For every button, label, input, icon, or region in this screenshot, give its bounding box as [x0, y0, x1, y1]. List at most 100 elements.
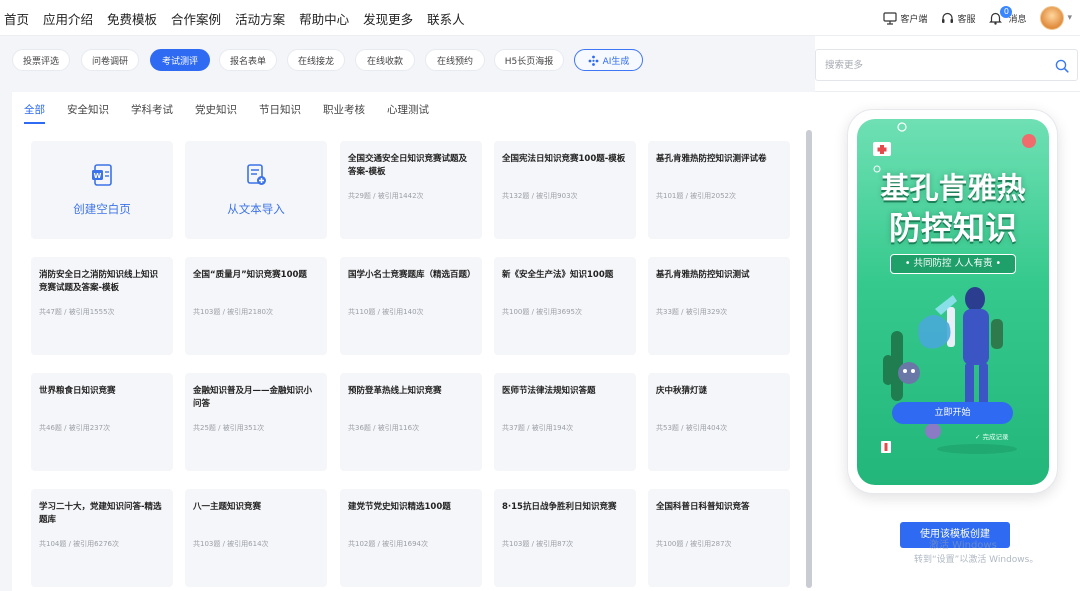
- template-title: 医师节法律法规知识答题: [502, 386, 596, 396]
- scrollbar-thumb[interactable]: [806, 130, 812, 588]
- template-card[interactable]: 庆中秋猜灯谜 共53题 / 被引用404次: [648, 373, 790, 471]
- nav-contacts[interactable]: 联系人: [427, 9, 465, 28]
- template-meta: 共37题 / 被引用194次: [502, 424, 574, 432]
- template-meta: 共47题 / 被引用1555次: [39, 308, 115, 316]
- nav-app-intro[interactable]: 应用介绍: [43, 9, 93, 28]
- template-title: 全国宪法日知识竞赛100题-模板: [502, 154, 626, 164]
- template-meta: 共132题 / 被引用903次: [502, 192, 578, 200]
- tab-festival[interactable]: 节日知识: [259, 92, 301, 128]
- divider: [815, 91, 1080, 92]
- avatar[interactable]: [1040, 6, 1065, 30]
- nav-cases[interactable]: 合作案例: [171, 9, 221, 28]
- create-blank-label: 创建空白页: [73, 202, 131, 216]
- template-meta: 共36题 / 被引用116次: [348, 424, 420, 432]
- preview-sidebar: 基孔肯雅热 防控知识 • 共同防控 人人有责 • 立即开始 ✓ 完成记录 使用该…: [815, 36, 1080, 591]
- tab-all[interactable]: 全部: [24, 92, 45, 128]
- template-card[interactable]: 金融知识普及月——金融知识小问答 共25题 / 被引用351次: [185, 373, 327, 471]
- category-payment[interactable]: 在线收款: [355, 49, 415, 71]
- template-card[interactable]: 全国“质量月”知识竞赛100题 共103题 / 被引用2180次: [185, 257, 327, 355]
- template-title: 学习二十大，党建知识问答-精选题库: [39, 502, 162, 525]
- template-card[interactable]: 基孔肯雅热防控知识测评试卷 共101题 / 被引用2052次: [648, 141, 790, 239]
- phone-preview: 基孔肯雅热 防控知识 • 共同防控 人人有责 • 立即开始 ✓ 完成记录: [847, 109, 1058, 494]
- windows-watermark-title: 激活 Windows: [929, 540, 997, 551]
- messages-button[interactable]: 0 消息: [989, 6, 1026, 25]
- template-title: 庆中秋猜灯谜: [656, 386, 708, 396]
- template-title: 国学小名士竞赛题库（精选百题）: [348, 270, 476, 280]
- nav-free-templates[interactable]: 免费模板: [107, 9, 157, 28]
- category-survey[interactable]: 问卷调研: [81, 49, 139, 71]
- category-signup[interactable]: 报名表单: [219, 49, 277, 71]
- customer-service-button[interactable]: 客服: [941, 12, 975, 25]
- nav-help-center[interactable]: 帮助中心: [299, 9, 349, 28]
- template-card[interactable]: 八一主题知识竞赛 共103题 / 被引用614次: [185, 489, 327, 587]
- template-card[interactable]: 学习二十大，党建知识问答-精选题库 共104题 / 被引用6276次: [31, 489, 173, 587]
- search-box: [815, 49, 1078, 81]
- search-icon[interactable]: [1055, 58, 1069, 77]
- template-title: 基孔肯雅热防控知识测评试卷: [656, 154, 767, 164]
- category-exam[interactable]: 考试测评: [150, 49, 210, 71]
- ai-generate-button[interactable]: AI生成: [574, 49, 643, 71]
- template-meta: 共103题 / 被引用87次: [502, 540, 574, 548]
- template-title: 全国科普日科普知识竞答: [656, 502, 750, 512]
- template-card[interactable]: 8·15抗日战争胜利日知识竞赛 共103题 / 被引用87次: [494, 489, 636, 587]
- tab-party-history[interactable]: 党史知识: [195, 92, 237, 128]
- template-meta: 共101题 / 被引用2052次: [656, 192, 736, 200]
- template-meta: 共25题 / 被引用351次: [193, 424, 265, 432]
- template-card[interactable]: 医师节法律法规知识答题 共37题 / 被引用194次: [494, 373, 636, 471]
- template-meta: 共104题 / 被引用6276次: [39, 540, 119, 548]
- template-title: 8·15抗日战争胜利日知识竞赛: [502, 502, 617, 512]
- tab-psychology[interactable]: 心理测试: [387, 92, 429, 128]
- client-download-button[interactable]: 客户端: [883, 11, 927, 25]
- category-vote[interactable]: 投票评选: [12, 49, 70, 71]
- ai-generate-label: AI生成: [602, 56, 630, 67]
- nav-tools: 客户端 客服 0 消息 ▾: [869, 0, 1072, 36]
- template-title: 金融知识普及月——金融知识小问答: [193, 386, 313, 409]
- template-meta: 共29题 / 被引用1442次: [348, 192, 424, 200]
- tab-safety[interactable]: 安全知识: [67, 92, 109, 128]
- template-meta: 共100题 / 被引用3695次: [502, 308, 582, 316]
- tab-subject-exam[interactable]: 学科考试: [131, 92, 173, 128]
- template-card[interactable]: 预防登革热线上知识竞赛 共36题 / 被引用116次: [340, 373, 482, 471]
- template-card[interactable]: 新《安全生产法》知识100题 共100题 / 被引用3695次: [494, 257, 636, 355]
- template-card[interactable]: 国学小名士竞赛题库（精选百题） 共110题 / 被引用140次: [340, 257, 482, 355]
- category-relay[interactable]: 在线接龙: [287, 49, 345, 71]
- chevron-down-icon[interactable]: ▾: [1067, 13, 1072, 23]
- template-card[interactable]: 建党节党史知识精选100题 共102题 / 被引用1694次: [340, 489, 482, 587]
- template-title: 八一主题知识竞赛: [193, 502, 262, 512]
- template-meta: 共110题 / 被引用140次: [348, 308, 424, 316]
- subtab-bar: 全部 安全知识 学科考试 党史知识 节日知识 职业考核 心理测试: [24, 92, 451, 128]
- create-blank-card[interactable]: W 创建空白页: [31, 141, 173, 239]
- template-card[interactable]: 消防安全日之消防知识线上知识竞赛试题及答案-模板 共47题 / 被引用1555次: [31, 257, 173, 355]
- svg-text:W: W: [94, 172, 102, 180]
- windows-watermark-hint: 转到“设置”以激活 Windows。: [914, 555, 1039, 565]
- template-card[interactable]: 全国科普日科普知识竞答 共100题 / 被引用287次: [648, 489, 790, 587]
- poster-preview: 基孔肯雅热 防控知识 • 共同防控 人人有责 • 立即开始 ✓ 完成记录: [857, 119, 1049, 485]
- search-input[interactable]: [816, 50, 1046, 80]
- category-bar: 投票评选 问卷调研 考试测评 报名表单 在线接龙 在线收款 在线预约 H5长页海…: [0, 36, 812, 88]
- template-title: 建党节党史知识精选100题: [348, 502, 451, 512]
- template-title: 预防登革热线上知识竞赛: [348, 386, 442, 396]
- template-meta: 共103题 / 被引用614次: [193, 540, 269, 548]
- template-card[interactable]: 基孔肯雅热防控知识测试 共33题 / 被引用329次: [648, 257, 790, 355]
- template-card[interactable]: 全国宪法日知识竞赛100题-模板 共132题 / 被引用903次: [494, 141, 636, 239]
- template-panel: 全部 安全知识 学科考试 党史知识 节日知识 职业考核 心理测试 W 创建空白页…: [12, 92, 815, 591]
- monitor-icon: [883, 11, 898, 25]
- headset-icon: [941, 12, 954, 25]
- tab-career[interactable]: 职业考核: [323, 92, 365, 128]
- template-meta: 共102题 / 被引用1694次: [348, 540, 428, 548]
- scrollbar[interactable]: [806, 130, 812, 588]
- template-meta: 共100题 / 被引用287次: [656, 540, 732, 548]
- poster-title-line2: 防控知识: [888, 209, 1017, 247]
- record-tag: ✓ 完成记录: [975, 433, 1009, 441]
- nav-home[interactable]: 首页: [4, 9, 29, 28]
- category-booking[interactable]: 在线预约: [425, 49, 485, 71]
- template-title: 世界粮食日知识竞赛: [39, 386, 116, 396]
- start-button[interactable]: 立即开始: [892, 402, 1013, 424]
- category-h5-poster[interactable]: H5长页海报: [494, 49, 564, 71]
- nav-activity-plans[interactable]: 活动方案: [235, 9, 285, 28]
- template-meta: 共33题 / 被引用329次: [656, 308, 728, 316]
- import-text-card[interactable]: 从文本导入: [185, 141, 327, 239]
- template-card[interactable]: 世界粮食日知识竞赛 共46题 / 被引用237次: [31, 373, 173, 471]
- template-card[interactable]: 全国交通安全日知识竞赛试题及答案-模板 共29题 / 被引用1442次: [340, 141, 482, 239]
- nav-discover-more[interactable]: 发现更多: [363, 9, 413, 28]
